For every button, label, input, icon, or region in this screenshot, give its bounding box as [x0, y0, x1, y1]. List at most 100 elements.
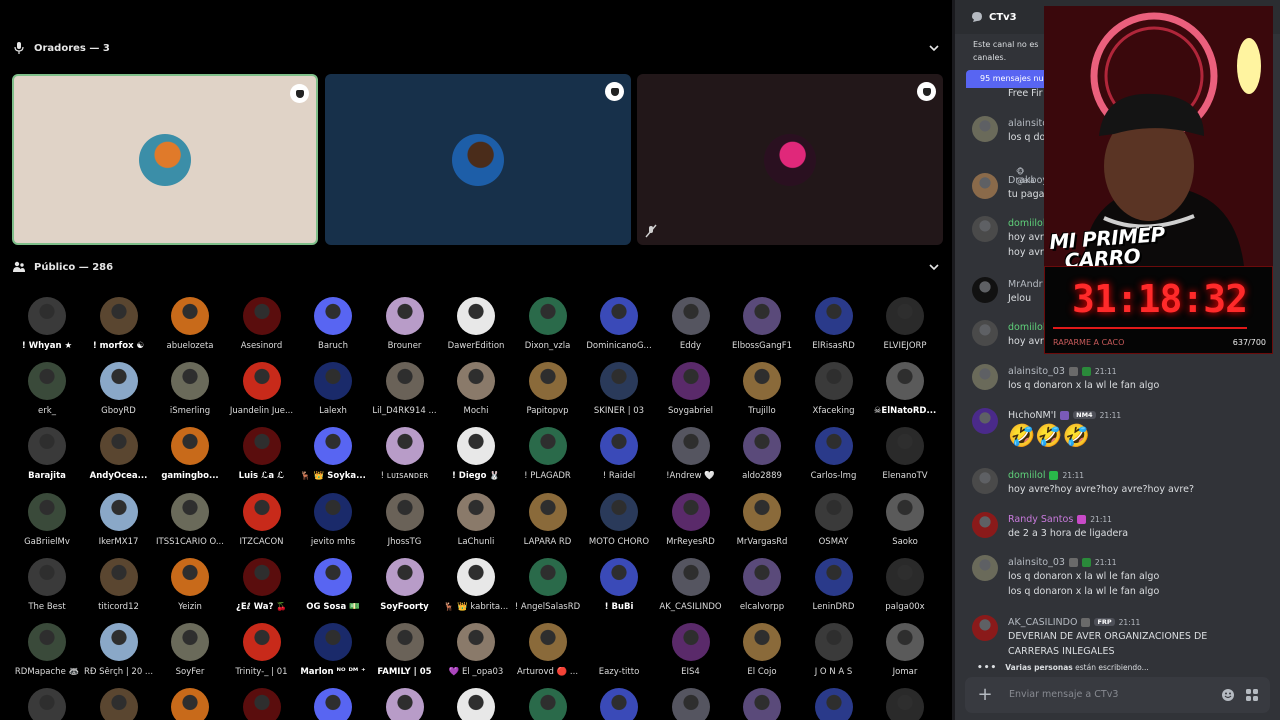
audience-member[interactable]: MrReyesRD — [656, 493, 726, 547]
avatar[interactable] — [972, 277, 998, 303]
audience-member[interactable]: Soygabriel — [656, 362, 726, 416]
avatar[interactable] — [385, 297, 424, 335]
avatar[interactable] — [314, 623, 352, 661]
avatar[interactable] — [385, 623, 424, 661]
avatar[interactable] — [314, 558, 352, 596]
audience-member[interactable]: GaBriielMv — [12, 493, 82, 547]
audience-member[interactable]: ! Raidel — [584, 427, 654, 481]
avatar[interactable] — [886, 688, 924, 720]
audience-member[interactable] — [584, 688, 654, 720]
avatar[interactable] — [814, 558, 853, 596]
audience-member[interactable]: Lil_D4RK914 ... — [370, 362, 440, 416]
avatar[interactable] — [314, 362, 352, 400]
avatar[interactable] — [385, 427, 424, 465]
avatar[interactable] — [972, 364, 998, 390]
avatar[interactable] — [600, 688, 638, 720]
audience-member[interactable]: Dixon_vzla — [513, 297, 583, 351]
audience-member[interactable]: ! BuBi — [584, 558, 654, 612]
avatar[interactable] — [743, 688, 781, 720]
audience-member[interactable]: abuelozeta — [155, 297, 225, 351]
chat-username[interactable]: Drakboy — [1008, 175, 1048, 186]
avatar[interactable] — [743, 362, 781, 400]
avatar[interactable] — [743, 297, 781, 335]
avatar[interactable] — [457, 297, 495, 335]
audience-member[interactable]: LAPARA RD — [513, 493, 583, 547]
avatar[interactable] — [171, 427, 209, 465]
avatar[interactable] — [28, 362, 66, 400]
audience-member[interactable]: aldo2889 — [727, 427, 797, 481]
audience-member[interactable]: AK_CASILINDO — [656, 558, 726, 612]
speaker-tile[interactable] — [12, 74, 318, 245]
avatar[interactable] — [457, 688, 495, 720]
avatar[interactable] — [600, 362, 638, 400]
audience-member[interactable]: Jomar — [870, 623, 940, 677]
audience-member[interactable]: Yeizin — [155, 558, 225, 612]
avatar[interactable] — [242, 493, 281, 531]
audience-member[interactable] — [656, 688, 726, 720]
avatar[interactable] — [385, 493, 424, 531]
avatar[interactable] — [972, 555, 998, 581]
avatar[interactable] — [171, 362, 209, 400]
audience-member[interactable]: AndyOcea... — [84, 427, 154, 481]
avatar[interactable] — [242, 688, 281, 720]
audience-member[interactable]: DominicanoG... — [584, 297, 654, 351]
avatar[interactable] — [314, 427, 352, 465]
audience-member[interactable]: ! PLAGADR — [513, 427, 583, 481]
avatar[interactable] — [314, 297, 352, 335]
avatar[interactable] — [171, 623, 209, 661]
avatar[interactable] — [671, 493, 710, 531]
audience-member[interactable]: !Andrew 🤍 — [656, 427, 726, 481]
avatar[interactable] — [972, 320, 998, 346]
audience-member[interactable]: EIS4 — [656, 623, 726, 677]
avatar[interactable] — [600, 558, 638, 596]
avatar[interactable] — [385, 558, 424, 596]
avatar[interactable] — [28, 427, 66, 465]
audience-member[interactable]: Eddy — [656, 297, 726, 351]
avatar[interactable] — [528, 558, 567, 596]
audience-member[interactable]: Carlos-lmg — [799, 427, 869, 481]
avatar[interactable] — [528, 297, 567, 335]
audience-member[interactable]: OSMAY — [799, 493, 869, 547]
avatar[interactable] — [314, 493, 352, 531]
audience-member[interactable]: gamingbo... — [155, 427, 225, 481]
audience-member[interactable]: JhossTG — [370, 493, 440, 547]
audience-member[interactable] — [870, 688, 940, 720]
speaker-tile[interactable] — [325, 74, 631, 245]
speakers-header[interactable]: Oradores — 3 — [12, 39, 941, 57]
avatar[interactable] — [972, 468, 998, 494]
audience-member[interactable]: Xfaceking — [799, 362, 869, 416]
avatar[interactable] — [600, 297, 638, 335]
audience-member[interactable]: DawerEdition — [441, 297, 511, 351]
avatar[interactable] — [242, 297, 281, 335]
avatar[interactable] — [457, 558, 495, 596]
avatar[interactable] — [28, 493, 66, 531]
audience-member[interactable]: ! Diego 🐰 — [441, 427, 511, 481]
audience-member[interactable]: titicord12 — [84, 558, 154, 612]
audience-member[interactable]: Eazy-titto — [584, 623, 654, 677]
audience-member[interactable]: jevito mhs — [298, 493, 368, 547]
audience-member[interactable]: LeninDRD — [799, 558, 869, 612]
avatar[interactable] — [671, 427, 710, 465]
avatar[interactable] — [171, 297, 209, 335]
avatar[interactable] — [28, 297, 66, 335]
audience-member[interactable]: SoyFoorty — [370, 558, 440, 612]
audience-member[interactable] — [227, 688, 297, 720]
audience-header[interactable]: Público — 286 — [12, 258, 941, 276]
audience-member[interactable]: erk_ — [12, 362, 82, 416]
avatar[interactable] — [814, 362, 853, 400]
audience-member[interactable]: OG Sosa 💵 — [298, 558, 368, 612]
avatar[interactable] — [972, 408, 998, 434]
audience-member[interactable]: ¿Eℓ Wa? 🍒 — [227, 558, 297, 612]
avatar[interactable] — [99, 427, 138, 465]
audience-member[interactable] — [298, 688, 368, 720]
chevron-down-icon[interactable] — [927, 260, 941, 274]
avatar[interactable] — [600, 623, 638, 661]
avatar[interactable] — [528, 623, 567, 661]
audience-member[interactable]: iSmerling — [155, 362, 225, 416]
audience-member[interactable] — [441, 688, 511, 720]
chat-username[interactable]: AK_CASILINDO — [1008, 617, 1077, 628]
audience-member[interactable]: ElbossGangF1 — [727, 297, 797, 351]
avatar[interactable] — [457, 362, 495, 400]
avatar[interactable] — [528, 427, 567, 465]
apps-icon[interactable] — [1245, 688, 1259, 702]
